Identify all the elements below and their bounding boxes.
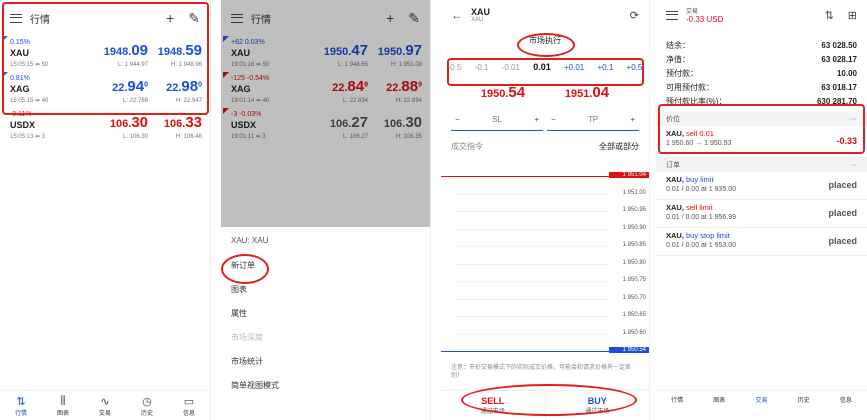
history-icon: ◷ (142, 396, 152, 408)
nav-chart[interactable]: ⫼ 图表 (42, 391, 84, 420)
highlight-box (447, 58, 644, 86)
price-tick: 1 950.65 (457, 312, 649, 318)
order-status: placed (828, 180, 857, 190)
highlight-box (658, 104, 865, 154)
order-symbol-sub: XAU (471, 17, 484, 23)
price-tick: 1 950.85 (457, 242, 649, 248)
nav-chart[interactable]: 图表 (698, 391, 740, 420)
sell-price: 1950.54 (480, 84, 526, 101)
order-status: placed (828, 236, 857, 246)
menu-icon[interactable] (666, 10, 678, 20)
chat-icon: ▭ (183, 396, 195, 408)
dim-overlay[interactable] (221, 0, 430, 227)
price-tick: 1 950.95 (457, 207, 649, 213)
price-tick: 1 950.90 (457, 225, 649, 231)
panel-quotes: 行情 + ✎ 0.15% XAU 15:05:15 ⇹ 50 1948.09 1… (0, 0, 211, 420)
ask-line (441, 176, 609, 177)
candles-icon: ⫼ (60, 395, 66, 407)
quote-meta: 15:05:13 ⇹ 3 (10, 134, 46, 140)
sl-tp-row: − SL + − TP + (441, 109, 649, 131)
account-row: 结余： 63 028.50 (666, 40, 857, 50)
order-row[interactable]: XAU, sell limit 0.01 / 0.00 at 1 956.99 … (656, 200, 867, 228)
account-row: 净值： 63 028.17 (666, 54, 857, 64)
order-status: placed (828, 208, 857, 218)
more-icon[interactable]: ··· (850, 162, 857, 169)
sl-field[interactable]: − SL + (451, 109, 543, 131)
account-row: 可用预付款： 63 018.17 (666, 82, 857, 92)
nav-messages[interactable]: 信息 (825, 391, 867, 420)
sort-icon[interactable]: ⇅ (825, 9, 834, 22)
order-row[interactable]: XAU, buy stop limit 0.01 / 0.00 at 1 953… (656, 228, 867, 256)
nav-trade[interactable]: ∿ 交易 (84, 391, 126, 420)
panel-trade: 交易 -0.33 USD ⇅ ⊞ 结余： 63 028.50 净值： 63 028.1… (656, 0, 867, 420)
panel-quotes-menu: 行情 + ✎ +62 0.03% XAU 19:01:16 ⇹ 50 1950.… (221, 0, 431, 420)
menu-depth: 市场深度 (231, 333, 263, 342)
ask-price: 106.33 (163, 114, 202, 131)
quotes-icon: ⇅ (16, 396, 26, 408)
highlight-oval (221, 254, 269, 284)
bottom-nav-4: 行情 图表 交易 历史 信息 (656, 390, 867, 420)
order-symbol: XAU (471, 7, 491, 17)
nav-messages[interactable]: ▭ 信息 (168, 391, 210, 420)
quote-low: L: 106.30 (122, 134, 148, 140)
quote-symbol: USDX (10, 120, 36, 130)
nav-history[interactable]: 历史 (783, 391, 825, 420)
panel-order: ← XAU XAU ⟳ 市场执行 -0.5 -0.1 -0.01 0.01 +0.01 +… (441, 0, 650, 420)
refresh-icon[interactable]: ⟳ (630, 9, 639, 22)
execution-note: 注意：市价交易模式下的实际成交价格，可能会和请求价格有一定差别！ (451, 365, 632, 379)
highlight-oval (461, 384, 637, 416)
trade-title: 交易 (686, 9, 699, 15)
menu-simple-view[interactable]: 简单视图模式 (221, 374, 430, 398)
price-tick: 1 950.75 (457, 277, 649, 283)
price-tick: 1 950.54 (457, 347, 649, 353)
nav-history[interactable]: ◷ 历史 (126, 391, 168, 420)
price-tick: 1 951.04 (457, 172, 649, 178)
highlight-box (2, 2, 209, 115)
nav-quotes[interactable]: ⇅ 行情 (0, 391, 42, 420)
price-tick: 1 950.80 (457, 260, 649, 266)
quote-high: H: 106.46 (175, 134, 202, 140)
nav-trade[interactable]: 交易 (740, 391, 782, 420)
price-tick: 1 951.00 (457, 190, 649, 196)
tick-chart: 1 951.04 1 951.00 1 950.95 1 950.90 1 950.85… (441, 170, 649, 360)
highlight-oval (517, 33, 575, 57)
trade-pnl: -0.33 USD (686, 15, 724, 24)
menu-properties[interactable]: 属性 (221, 302, 430, 326)
new-order-icon[interactable]: ⊞ (848, 9, 857, 22)
fill-policy-label: 成交指令 (451, 142, 483, 151)
price-tick: 1 950.60 (457, 330, 649, 336)
trend-icon: ∿ (100, 396, 110, 408)
bid-line (441, 351, 609, 352)
tp-field[interactable]: − TP + (547, 109, 639, 131)
order-row[interactable]: XAU, buy limit 0.01 / 0.00 at 1 935.00 p… (656, 172, 867, 200)
bid-price: 106.30 (109, 114, 148, 131)
menu-stats[interactable]: 市场统计 (221, 350, 430, 374)
nav-quotes[interactable]: 行情 (656, 391, 698, 420)
orders-header: 订单 ··· (656, 158, 867, 172)
buy-price: 1951.04 (564, 84, 610, 101)
fill-policy-value[interactable]: 全部或部分 (599, 141, 639, 152)
bottom-nav: ⇅ 行情 ⫼ 图表 ∿ 交易 ◷ 历史 ▭ 信息 (0, 390, 210, 420)
price-tick: 1 950.70 (457, 295, 649, 301)
account-row: 预付款： 10.00 (666, 68, 857, 78)
sheet-title: XAU: XAU (231, 236, 269, 245)
back-arrow-icon[interactable]: ← (451, 8, 463, 22)
